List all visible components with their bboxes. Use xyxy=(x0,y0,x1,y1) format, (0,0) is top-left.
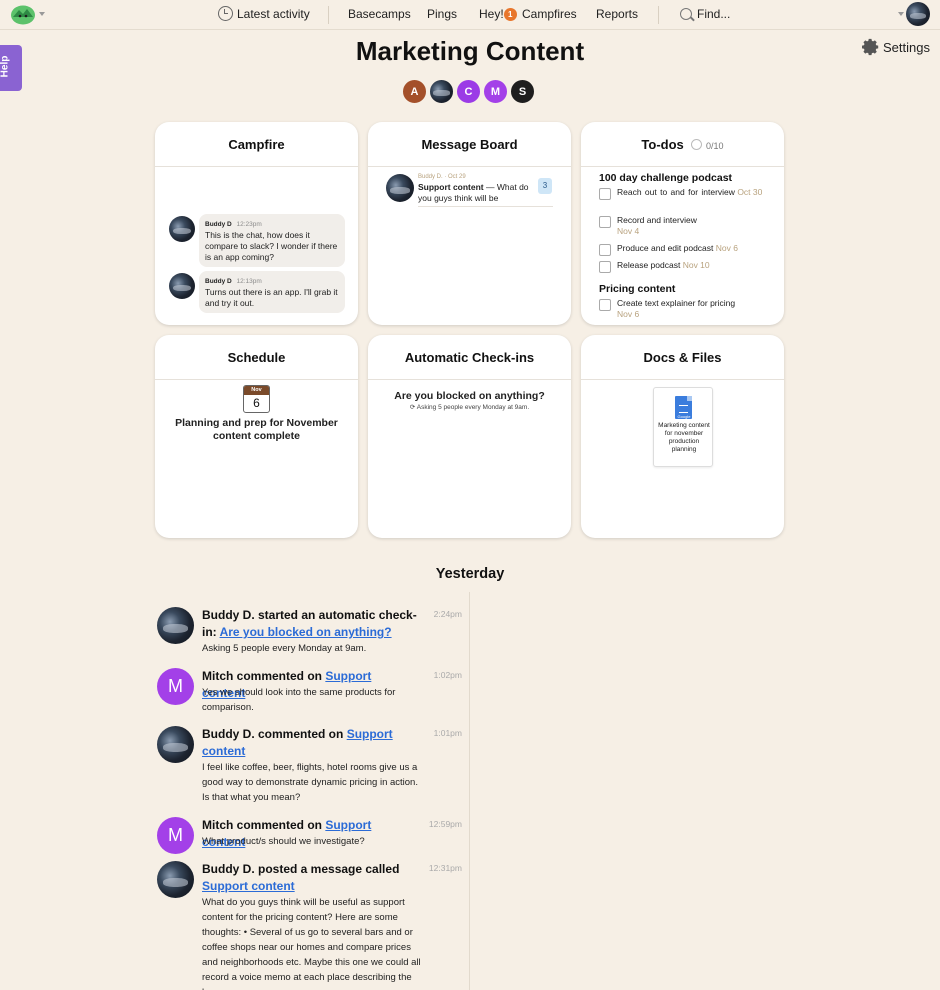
activity-body: What do you guys think will be useful as… xyxy=(202,897,421,990)
avatar xyxy=(386,174,414,202)
activity-time: 12:59pm xyxy=(428,819,462,829)
docs-files-card[interactable]: Docs & Files Google Marketing content fo… xyxy=(581,335,784,538)
card-title: Campfire xyxy=(155,122,358,167)
message-meta: Buddy D. · Oct 29 xyxy=(418,174,466,180)
nav-latest-activity[interactable]: Latest activity xyxy=(218,0,310,28)
top-navigation-bar: Latest activity Basecamps Pings Hey! 1 Ca… xyxy=(0,0,940,30)
page-title: Marketing Content xyxy=(355,36,585,66)
todo-item[interactable]: Reach out to and for interview Oct 30 xyxy=(599,187,769,200)
chat-line: Buddy D 12:23pm This is the chat, how do… xyxy=(169,214,345,267)
user-avatar[interactable] xyxy=(906,2,930,26)
divider xyxy=(328,6,329,24)
nav-campfires[interactable]: Campfires xyxy=(522,0,577,28)
schedule-event[interactable]: Planning and prep for November content c… xyxy=(175,417,338,443)
todo-list-title[interactable]: 100 day challenge podcast xyxy=(599,172,732,184)
todo-item[interactable]: Create text explainer for pricing Nov 6 xyxy=(599,298,769,320)
message-board-card[interactable]: Message Board Buddy D. · Oct 29 Support … xyxy=(368,122,571,325)
calendar-icon: Nov 6 xyxy=(243,385,270,413)
clock-icon xyxy=(218,6,233,21)
chevron-down-icon[interactable] xyxy=(39,12,45,16)
avatar: M xyxy=(157,817,194,854)
activity-heading: Yesterday xyxy=(435,566,505,582)
message-excerpt: Support content — What do you guys think… xyxy=(418,182,529,203)
card-title: To-dos 0/10 xyxy=(581,122,784,167)
todo-item[interactable]: Produce and edit podcast Nov 6 xyxy=(599,243,769,256)
activity-body: Yes we should look into the same product… xyxy=(202,687,396,713)
schedule-card[interactable]: Schedule Nov 6 Planning and prep for Nov… xyxy=(155,335,358,538)
activity-time: 2:24pm xyxy=(433,609,462,619)
checkbox[interactable] xyxy=(599,244,611,256)
divider xyxy=(658,6,659,24)
chevron-down-icon[interactable] xyxy=(898,12,904,16)
chat-bubble: Buddy D 12:23pm This is the chat, how do… xyxy=(199,214,345,267)
checkin-question[interactable]: Are you blocked on anything? xyxy=(368,390,571,402)
campfire-card[interactable]: Campfire Buddy D 12:23pm This is the cha… xyxy=(155,122,358,325)
checkins-card[interactable]: Automatic Check-ins Are you blocked on a… xyxy=(368,335,571,538)
timeline-line xyxy=(469,592,470,990)
activity-body: Asking 5 people every Monday at 9am. xyxy=(202,643,367,654)
progress-ring-icon xyxy=(691,139,703,150)
todo-item[interactable]: Record and interview Nov 4 xyxy=(599,215,769,237)
todos-card[interactable]: To-dos 0/10 100 day challenge podcast Re… xyxy=(581,122,784,325)
card-title: Message Board xyxy=(368,122,571,167)
search-icon xyxy=(680,8,692,20)
avatar[interactable] xyxy=(429,79,454,104)
activity-time: 1:01pm xyxy=(433,728,462,738)
activity-link[interactable]: Support content xyxy=(202,879,295,893)
checkbox[interactable] xyxy=(599,299,611,311)
avatar xyxy=(157,607,194,644)
chat-bubble: Buddy D 12:13pm Turns out there is an ap… xyxy=(199,271,345,313)
nav-basecamps[interactable]: Basecamps xyxy=(348,0,411,28)
avatar[interactable]: S xyxy=(510,79,535,104)
nav-pings[interactable]: Pings xyxy=(427,0,457,28)
activity-link[interactable]: Are you blocked on anything? xyxy=(220,625,392,639)
nav-find[interactable]: Find... xyxy=(680,0,730,28)
avatar xyxy=(169,273,195,299)
avatar[interactable]: C xyxy=(456,79,481,104)
checkin-detail: ⟳ Asking 5 people every Monday at 9am. xyxy=(409,404,530,411)
notification-badge: 1 xyxy=(503,8,517,21)
basecamp-logo-icon[interactable] xyxy=(10,3,36,25)
activity-body: What product/s should we investigate? xyxy=(202,836,365,847)
todo-item[interactable]: Release podcast Nov 10 xyxy=(599,260,769,273)
avatar xyxy=(157,861,194,898)
avatar: M xyxy=(157,668,194,705)
avatar xyxy=(169,216,195,242)
avatar xyxy=(157,726,194,763)
activity-body: I feel like coffee, beer, flights, hotel… xyxy=(202,762,418,803)
document-tile[interactable]: Google Marketing content for november pr… xyxy=(653,387,713,467)
checkbox[interactable] xyxy=(599,261,611,273)
activity-time: 1:02pm xyxy=(433,670,462,680)
activity-time: 12:31pm xyxy=(428,863,462,873)
repeat-icon: ⟳ xyxy=(409,404,417,411)
avatar[interactable]: A xyxy=(402,79,427,104)
card-title: Schedule xyxy=(155,335,358,380)
nav-reports[interactable]: Reports xyxy=(596,0,638,28)
nav-hey[interactable]: Hey! 1 xyxy=(479,0,521,28)
todo-list-title[interactable]: Pricing content xyxy=(599,283,675,295)
comment-count-badge: 3 xyxy=(538,178,552,194)
card-title: Docs & Files xyxy=(581,335,784,380)
card-title: Automatic Check-ins xyxy=(368,335,571,380)
checkbox[interactable] xyxy=(599,216,611,228)
divider xyxy=(418,206,553,207)
avatar[interactable]: M xyxy=(483,79,508,104)
document-name: Marketing content for november productio… xyxy=(658,422,710,453)
chat-line: Buddy D 12:13pm Turns out there is an ap… xyxy=(169,271,345,313)
checkbox[interactable] xyxy=(599,188,611,200)
